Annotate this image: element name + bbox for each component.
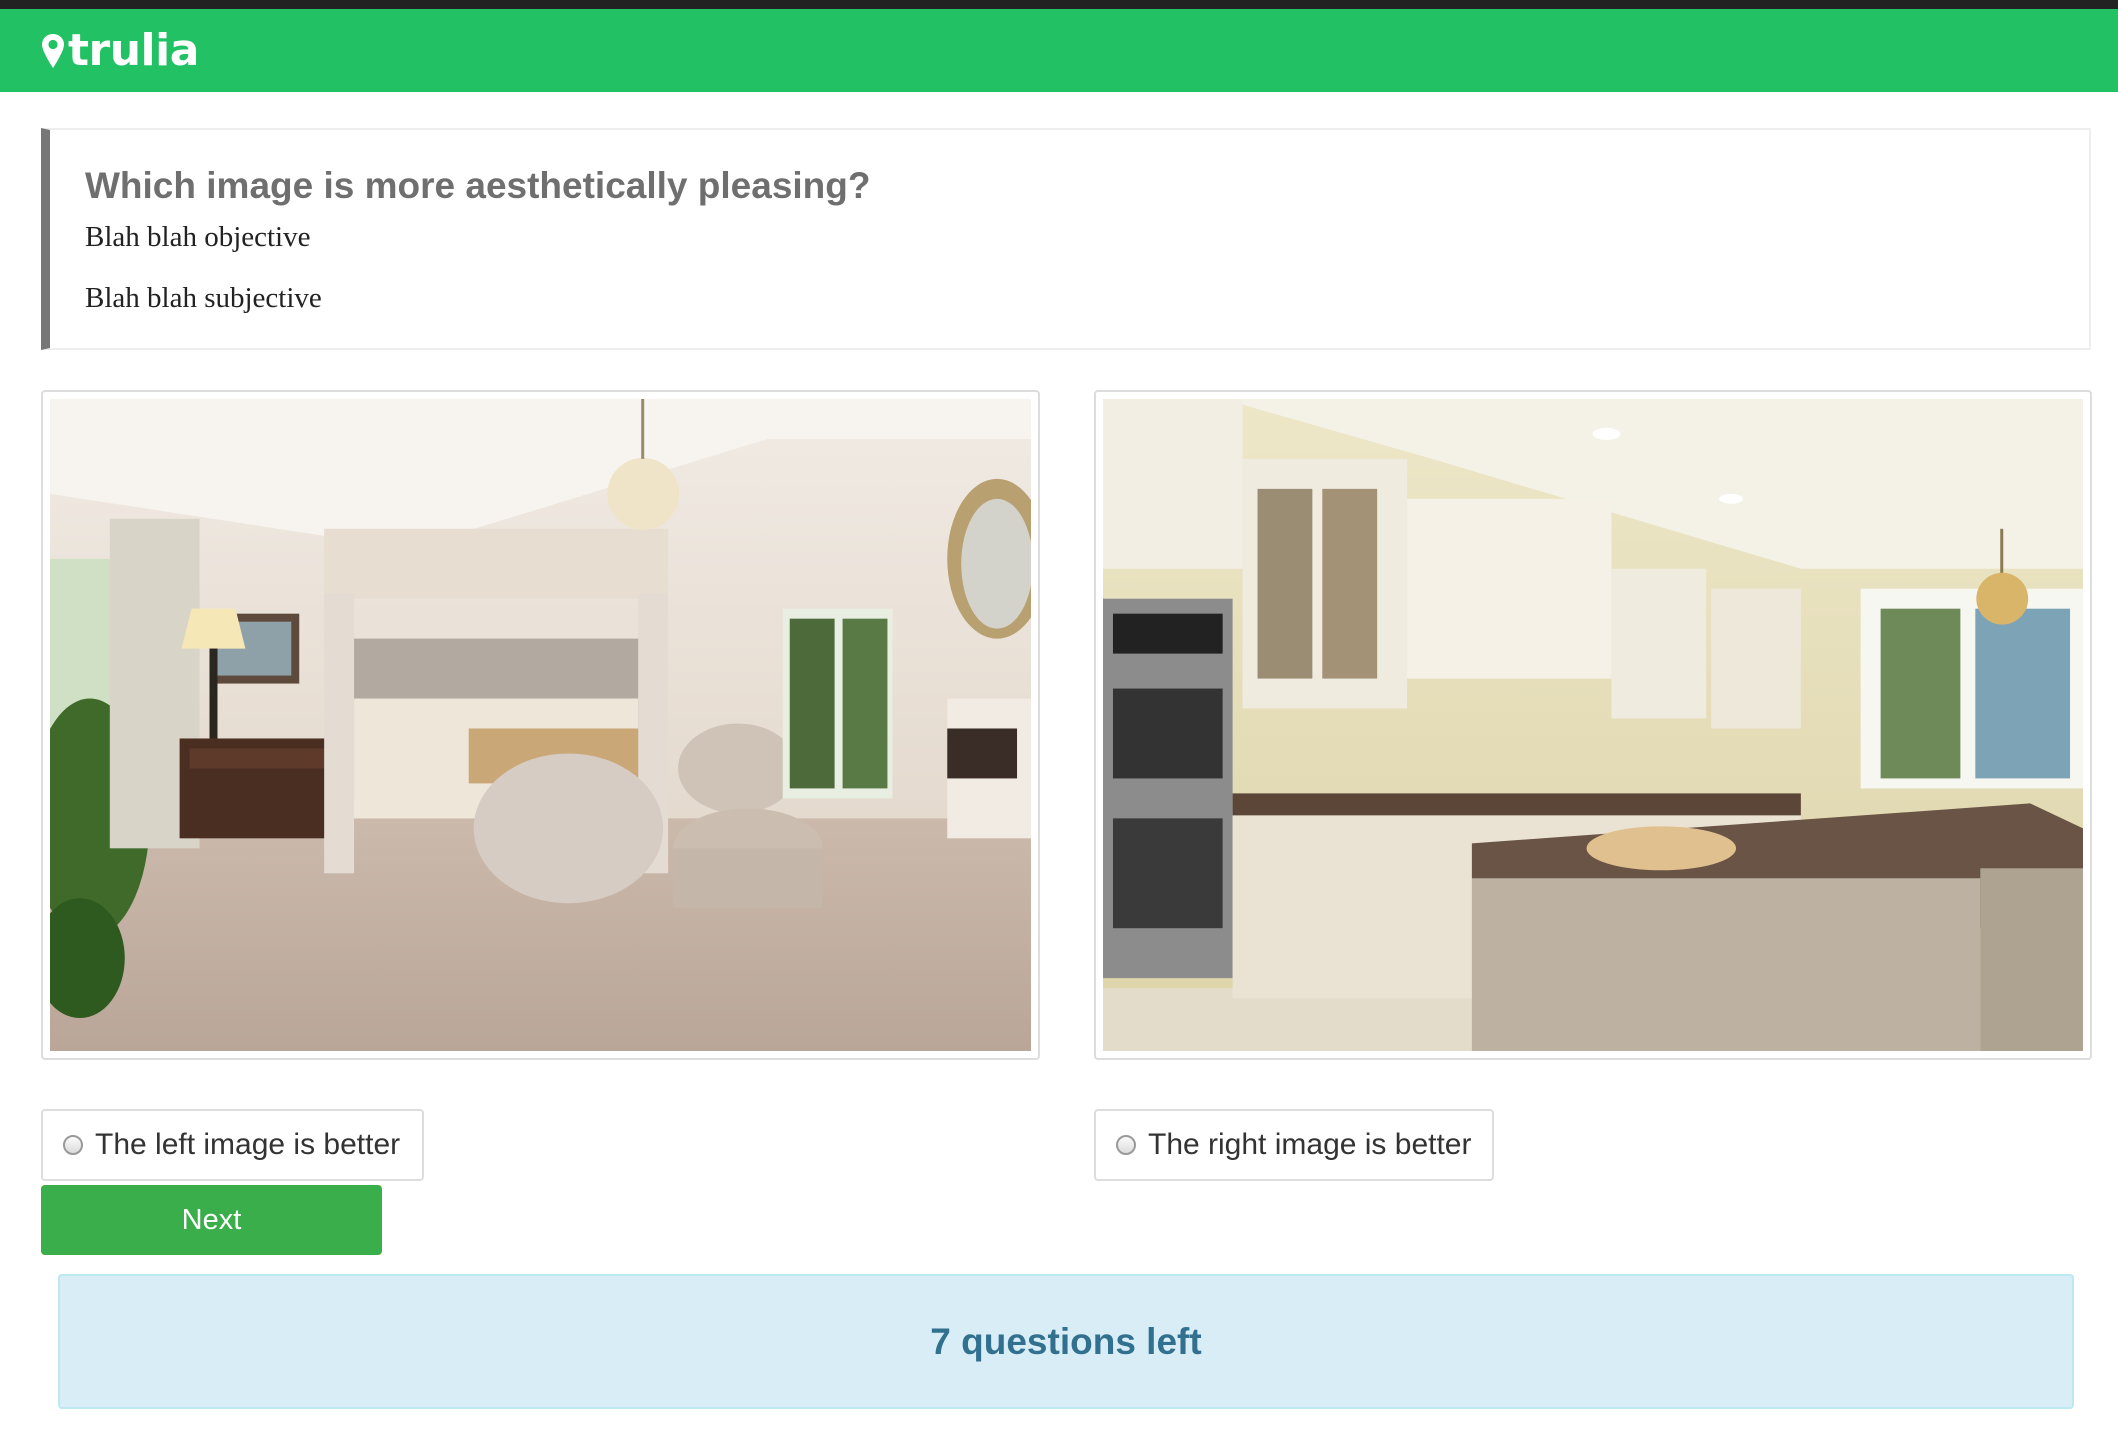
questions-left-text: 7 questions left (930, 1320, 1202, 1362)
right-option-label: The right image is better (1148, 1128, 1472, 1161)
questions-remaining-banner: 7 questions left (58, 1274, 2074, 1409)
left-image-option[interactable]: The left image is better (41, 1109, 424, 1181)
question-card: Which image is more aesthetically pleasi… (41, 128, 2091, 350)
left-radio[interactable] (63, 1135, 83, 1155)
window-top-border (0, 0, 2118, 9)
map-pin-icon (42, 33, 64, 68)
objective-text: Blah blah objective (85, 221, 311, 254)
question-title: Which image is more aesthetically pleasi… (85, 165, 871, 206)
subjective-text: Blah blah subjective (85, 282, 322, 315)
bedroom-photo (50, 399, 1031, 1051)
next-button[interactable]: Next (41, 1185, 382, 1255)
right-image-panel[interactable] (1094, 390, 2092, 1060)
trulia-logo[interactable]: trulia (40, 24, 199, 76)
right-image-option[interactable]: The right image is better (1094, 1109, 1494, 1181)
left-option-label: The left image is better (95, 1128, 401, 1161)
brand-name: trulia (68, 24, 199, 76)
kitchen-photo (1103, 399, 2083, 1051)
app-header: trulia (0, 9, 2118, 92)
page: trulia Which image is more aesthetically… (0, 0, 2118, 1444)
right-radio[interactable] (1116, 1135, 1136, 1155)
left-image-panel[interactable] (41, 390, 1040, 1060)
